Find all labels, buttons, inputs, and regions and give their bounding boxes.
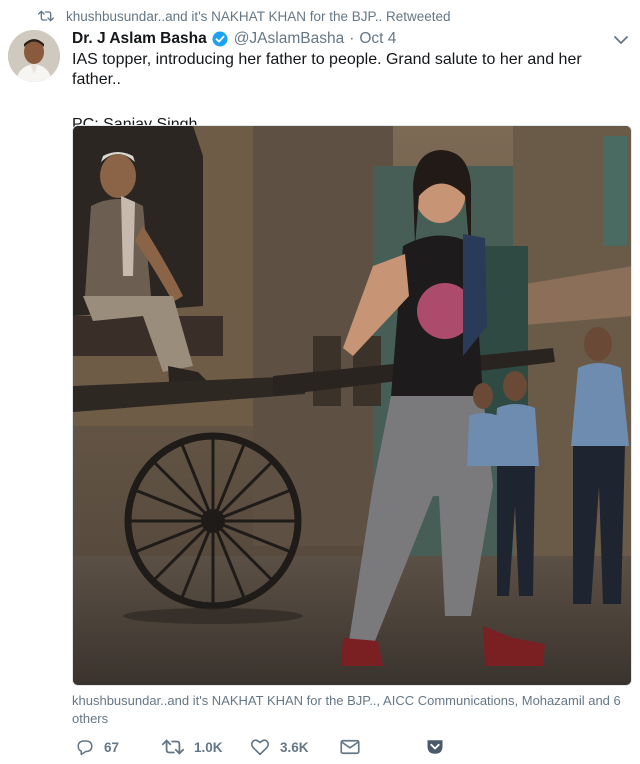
like-button[interactable]: 3.6K: [250, 736, 309, 758]
retweet-context[interactable]: khushbusundar..and it's NAKHAT KHAN for …: [38, 6, 451, 26]
tweet-header: Dr. J Aslam Basha @JAslamBasha · Oct 4: [72, 28, 600, 50]
tweet-body: IAS topper, introducing her father to pe…: [72, 50, 632, 135]
author-handle[interactable]: @JAslamBasha: [234, 30, 345, 48]
tweet-date[interactable]: Oct 4: [359, 30, 396, 48]
avatar[interactable]: [8, 30, 60, 82]
tweet-photo[interactable]: [72, 125, 632, 686]
chevron-down-icon[interactable]: [614, 32, 628, 50]
author-name[interactable]: Dr. J Aslam Basha: [72, 30, 207, 48]
reply-icon: [77, 740, 93, 756]
retweet-count: 1.0K: [194, 739, 223, 755]
header-separator: ·: [349, 30, 355, 47]
like-count: 3.6K: [280, 739, 309, 755]
reply-count: 67: [104, 739, 120, 755]
message-icon: [340, 739, 360, 755]
save-to-pocket-button[interactable]: [426, 736, 454, 758]
like-icon: [250, 739, 270, 756]
retweet-button[interactable]: 1.0K: [162, 736, 223, 758]
pocket-icon: [427, 740, 443, 754]
social-context[interactable]: khushbusundar..and it's NAKHAT KHAN for …: [72, 692, 632, 728]
direct-message-button[interactable]: [340, 736, 370, 758]
tweet-text-line: IAS topper, introducing her father to pe…: [72, 51, 582, 88]
retweet-icon: [38, 10, 54, 22]
retweet-context-text: khushbusundar..and it's NAKHAT KHAN for …: [66, 8, 451, 24]
tweet-actions: 67 1.0K 3.6K: [72, 736, 632, 758]
reply-button[interactable]: 67: [76, 736, 119, 758]
verified-badge-icon: [212, 31, 228, 47]
retweet-icon: [162, 739, 184, 755]
